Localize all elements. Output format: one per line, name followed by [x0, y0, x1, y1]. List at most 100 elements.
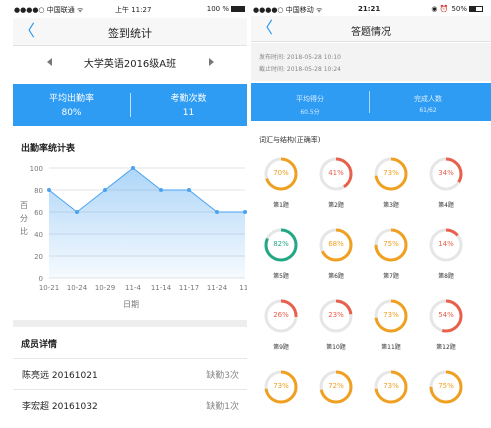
question-label: 第3题	[383, 202, 399, 209]
battery-label: 50%	[451, 5, 467, 13]
question-item[interactable]: 73% 第11题	[373, 298, 413, 358]
question-item[interactable]: 72%	[318, 369, 358, 428]
status-bar: ●●●●○ 中国联通 ᯤ 上午 11:27 100 %	[13, 5, 247, 15]
y-tick-label: 60	[34, 209, 43, 217]
avg-score-value: 60.5分	[300, 109, 320, 116]
question-item[interactable]: 14% 第8题	[428, 227, 468, 287]
question-label: 第2题	[328, 202, 344, 209]
question-label: 第9题	[273, 344, 289, 351]
x-tick-label: 10-24	[67, 284, 88, 292]
battery-indicator: ◉ ⏰ 50%	[431, 5, 483, 13]
question-item[interactable]: 41% 第2题	[318, 156, 358, 216]
question-item[interactable]: 68% 第6题	[318, 227, 358, 287]
member-absence: 缺勤3次	[206, 371, 239, 381]
clock: 21:21	[358, 5, 381, 13]
question-label: 第6题	[328, 273, 344, 280]
chart-title: 出勤率统计表	[21, 144, 76, 154]
question-label: 第12题	[436, 344, 456, 351]
attendance-line-chart: 02040608010010-21 10-24 10-29 11-4 11-14 11-1…	[20, 165, 247, 309]
accuracy-percent: 73%	[383, 382, 399, 390]
answer-screen: ●●●●○ 中国移动 ᯤ 21:21 ◉ ⏰ 50% 〈 答题情况 发布时间: 2…	[251, 0, 491, 428]
question-item[interactable]: 82% 第5题	[263, 227, 303, 287]
score-summary: 平均得分 60.5分 完成人数 61/62	[251, 83, 491, 121]
battery-icon	[231, 6, 245, 12]
clock: 上午 11:27	[115, 6, 152, 14]
question-label: 第7题	[383, 273, 399, 280]
accuracy-percent: 34%	[438, 169, 454, 177]
accuracy-percent: 73%	[383, 169, 399, 177]
battery-icon	[469, 6, 483, 12]
member-row[interactable]: 陈亮远 20161021 缺勤3次	[13, 358, 247, 388]
data-point	[103, 188, 107, 192]
y-tick-label: 100	[30, 165, 43, 173]
data-point	[187, 188, 191, 192]
accuracy-percent: 54%	[438, 311, 454, 319]
completed-value: 61/62	[419, 107, 437, 114]
members-title: 成员详情	[21, 340, 58, 350]
attendance-summary: 平均出勤率 80% 考勤次数 11	[13, 84, 247, 126]
question-item[interactable]: 73%	[373, 369, 413, 428]
accuracy-percent: 82%	[273, 240, 289, 248]
x-tick-label: 10-21	[39, 284, 59, 292]
x-tick-label: 11-	[239, 284, 247, 292]
question-label: 第4题	[438, 202, 454, 209]
battery-indicator: 100 %	[207, 5, 245, 13]
data-point	[243, 210, 247, 214]
attendance-screen: ●●●●○ 中国联通 ᯤ 上午 11:27 100 % 〈 签到统计 大学英语2…	[13, 0, 247, 428]
y-axis-label: 分	[20, 214, 28, 223]
completed-stat: 完成人数 61/62	[369, 94, 487, 114]
x-tick-label: 10-29	[95, 284, 115, 292]
attendance-count-label: 考勤次数	[170, 94, 207, 104]
alarm-lock-icons: ◉ ⏰	[431, 5, 449, 13]
question-label: 第8题	[438, 273, 454, 280]
question-item[interactable]: 73% 第3题	[373, 156, 413, 216]
question-item[interactable]: 75% 第7题	[373, 227, 413, 287]
question-item[interactable]: 34% 第4题	[428, 156, 468, 216]
question-item[interactable]: 23% 第10题	[318, 298, 358, 358]
accuracy-percent: 72%	[328, 382, 344, 390]
accuracy-percent: 26%	[273, 311, 289, 319]
battery-label: 100 %	[206, 5, 229, 13]
accuracy-percent: 23%	[328, 311, 344, 319]
y-axis-label: 百	[20, 201, 28, 210]
question-label: 第1题	[273, 202, 289, 209]
accuracy-percent: 75%	[438, 382, 454, 390]
attendance-count-stat: 考勤次数 11	[130, 91, 247, 118]
data-point	[75, 210, 79, 214]
question-item[interactable]: 26% 第9题	[263, 298, 303, 358]
member-row[interactable]: 李宏超 20161032 缺勤1次	[13, 389, 247, 419]
page-title: 答题情况	[351, 27, 391, 38]
question-item[interactable]: 75%	[428, 369, 468, 428]
question-label: 第11题	[381, 344, 401, 351]
question-item[interactable]: 73%	[263, 369, 303, 428]
avg-attendance-label: 平均出勤率	[48, 94, 94, 104]
series-area	[49, 168, 245, 278]
question-item[interactable]: 54% 第12题	[428, 298, 468, 358]
avg-attendance-value: 80%	[61, 108, 82, 118]
next-class-arrow-icon[interactable]	[209, 58, 214, 66]
y-axis-label: 比	[20, 226, 28, 236]
question-item[interactable]: 70% 第1题	[263, 156, 303, 216]
data-point	[215, 210, 219, 214]
y-tick-label: 20	[34, 253, 43, 261]
accuracy-percent: 75%	[383, 240, 399, 248]
page-title: 签到统计	[108, 27, 152, 40]
question-label: 第10题	[326, 344, 346, 351]
data-point	[131, 166, 135, 170]
accuracy-percent: 73%	[273, 382, 289, 390]
section-separator	[13, 320, 247, 327]
accuracy-percent: 41%	[328, 169, 344, 177]
carrier-label: ●●●●○ 中国联通 ᯤ	[14, 6, 84, 14]
carrier-label: ●●●●○ 中国移动 ᯤ	[253, 6, 323, 14]
member-name: 李宏超 20161032	[22, 402, 98, 412]
accuracy-percent: 14%	[438, 240, 454, 248]
accuracy-percent: 68%	[328, 240, 344, 248]
publish-time: 发布时间: 2018-05-28 10:10	[259, 54, 341, 61]
avg-score-label: 平均得分	[296, 95, 324, 103]
avg-attendance-stat: 平均出勤率 80%	[13, 91, 130, 118]
data-point	[47, 188, 51, 192]
data-point	[159, 188, 163, 192]
question-label: 第5题	[273, 273, 289, 280]
x-tick-label: 11-24	[207, 284, 228, 292]
member-absence: 缺勤1次	[206, 402, 239, 412]
